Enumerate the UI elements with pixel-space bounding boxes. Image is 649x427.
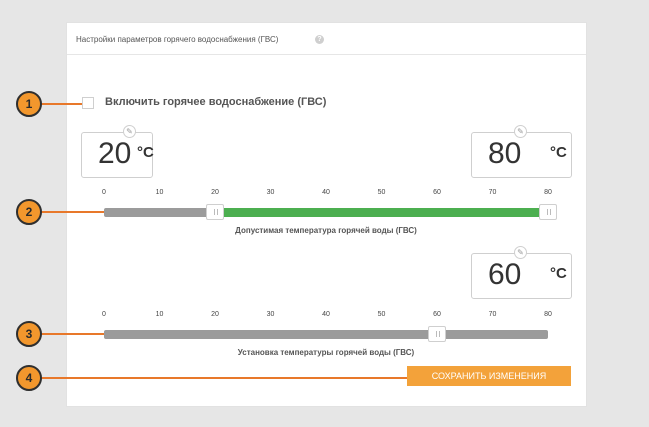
wrench-icon[interactable]: ✎	[514, 125, 527, 138]
allowed-temperature-slider[interactable]	[104, 204, 557, 220]
scale-tick-label: 60	[433, 311, 441, 318]
allowed-temperature-caption: Допустимая температура горячей воды (ГВС…	[235, 226, 417, 235]
allowed-range-fill	[215, 208, 548, 217]
scale-tick-label: 30	[266, 311, 275, 318]
wrench-icon[interactable]: ✎	[514, 246, 527, 259]
scale-tick-label: 40	[322, 311, 330, 318]
scale-tick-label: 20	[211, 189, 219, 196]
scale-tick-label: 40	[322, 189, 330, 196]
wrench-icon[interactable]: ✎	[123, 125, 136, 138]
setpoint-handle[interactable]	[428, 326, 446, 342]
setpoint-temperature-slider[interactable]	[104, 326, 548, 342]
scale-tick-label: 50	[377, 189, 386, 196]
callout-2-badge: 2	[16, 199, 42, 225]
setpoint-temperature-unit: °C	[550, 265, 567, 282]
panel-title: Настройки параметров горячего водоснабже…	[76, 35, 279, 44]
callout-1-badge: 1	[16, 91, 42, 117]
setpoint-temperature-value: 60	[488, 258, 522, 291]
min-temperature-value: 20	[98, 137, 132, 170]
callout-1-line	[40, 103, 82, 105]
panel-header: Настройки параметров горячего водоснабже…	[67, 23, 586, 55]
range-max-handle[interactable]	[539, 204, 557, 220]
enable-hot-water-label[interactable]: Включить горячее водоснабжение (ГВС)	[105, 96, 326, 108]
scale-tick-label: 20	[211, 311, 219, 318]
min-temperature-field[interactable]: 20 °C	[81, 132, 154, 178]
scale-tick-label: 0	[102, 189, 106, 196]
scale-tick-label: 10	[155, 311, 164, 318]
callout-4-badge: 4	[16, 365, 42, 391]
callout-3-line	[40, 333, 104, 335]
max-temperature-field[interactable]: 80 °C	[471, 132, 572, 178]
scale-tick-label: 80	[544, 189, 552, 196]
setpoint-temperature-caption: Установка температуры горячей воды (ГВС)	[237, 348, 415, 357]
scale-tick-label: 10	[155, 189, 164, 196]
scale-tick-label: 30	[266, 189, 275, 196]
callout-3-badge: 3	[16, 321, 42, 347]
enable-hot-water-checkbox[interactable]	[82, 97, 94, 109]
callout-2-line	[40, 211, 104, 213]
scale-tick-label: 80	[544, 311, 552, 318]
callout-4-line	[40, 377, 407, 379]
scale-tick-label: 0	[102, 311, 106, 318]
scale-tick-label: 70	[488, 189, 497, 196]
scale-tick-label: 50	[377, 311, 386, 318]
scale-tick-label: 70	[488, 311, 497, 318]
min-temperature-unit: °C	[137, 144, 154, 161]
scale-tick-label: 60	[433, 189, 441, 196]
setpoint-temperature-field[interactable]: 60 °C	[471, 253, 572, 299]
max-temperature-value: 80	[488, 137, 522, 170]
question-icon[interactable]: ?	[315, 35, 324, 44]
range-min-handle[interactable]	[206, 204, 224, 220]
save-changes-button[interactable]: СОХРАНИТЬ ИЗМЕНЕНИЯ	[407, 366, 571, 386]
max-temperature-unit: °C	[550, 144, 567, 161]
